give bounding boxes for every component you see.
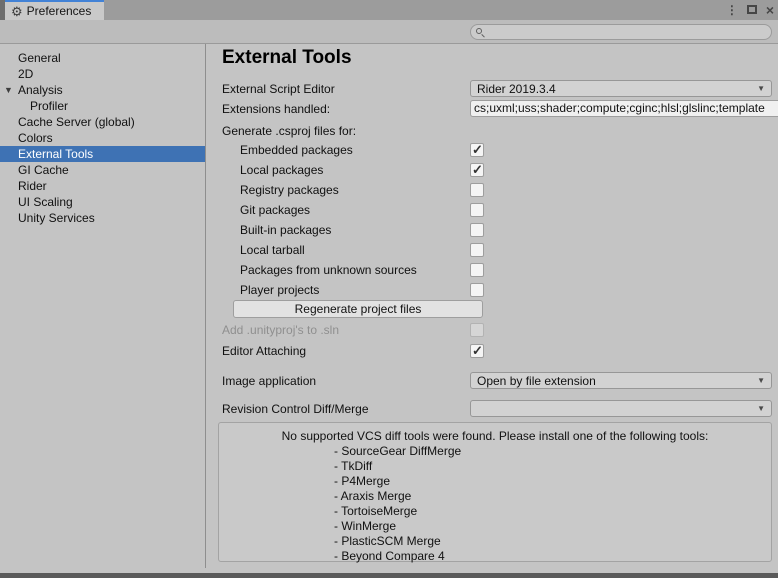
editor-attaching-label: Editor Attaching	[222, 343, 306, 359]
tab-title: Preferences	[27, 4, 92, 18]
script-editor-label: External Script Editor	[222, 81, 335, 97]
chevron-down-icon: ▼	[757, 84, 765, 93]
pkg-player-checkbox[interactable]	[470, 283, 484, 297]
pkg-tarball-checkbox[interactable]	[470, 243, 484, 257]
page-title: External Tools	[222, 47, 352, 69]
sidebar-item-general[interactable]: General	[0, 50, 205, 66]
pkg-local-label: Local packages	[240, 162, 323, 178]
search-input[interactable]	[485, 26, 771, 38]
vcs-tool-item: - TortoiseMerge	[219, 504, 771, 519]
vcs-tool-item: - PlasticSCM Merge	[219, 534, 771, 549]
add-unityproj-checkbox	[470, 323, 484, 337]
tab-preferences[interactable]: ⚙ Preferences	[5, 0, 104, 20]
toolbar	[0, 20, 778, 44]
revision-control-dropdown[interactable]: ▼	[470, 400, 772, 417]
vcs-tool-item: - Araxis Merge	[219, 489, 771, 504]
regenerate-project-files-button[interactable]: Regenerate project files	[233, 300, 483, 318]
window-menu-icon[interactable]: ⋮	[726, 4, 738, 16]
close-icon[interactable]: ×	[766, 4, 774, 16]
image-application-value: Open by file extension	[477, 374, 757, 388]
revision-control-label: Revision Control Diff/Merge	[222, 401, 369, 417]
sidebar-item-profiler[interactable]: Profiler	[0, 98, 205, 114]
pkg-local-checkbox[interactable]	[470, 163, 484, 177]
maximize-icon[interactable]	[747, 4, 757, 16]
gear-icon: ⚙	[11, 5, 23, 18]
sidebar-item-unity-services[interactable]: Unity Services	[0, 210, 205, 226]
pkg-embedded-label: Embedded packages	[240, 142, 353, 158]
sidebar-item-2d[interactable]: 2D	[0, 66, 205, 82]
preferences-sidebar: General 2D ▼ Analysis Profiler Cache Serv…	[0, 44, 206, 568]
vcs-helpbox: No supported VCS diff tools were found. …	[218, 422, 772, 562]
chevron-down-icon: ▼	[757, 404, 765, 413]
pkg-builtin-label: Built-in packages	[240, 222, 331, 238]
editor-attaching-checkbox[interactable]	[470, 344, 484, 358]
sidebar-item-rider[interactable]: Rider	[0, 178, 205, 194]
search-box[interactable]	[470, 24, 772, 40]
sidebar-item-colors[interactable]: Colors	[0, 130, 205, 146]
pkg-git-label: Git packages	[240, 202, 310, 218]
image-application-dropdown[interactable]: Open by file extension ▼	[470, 372, 772, 389]
generate-csproj-label: Generate .csproj files for:	[222, 123, 356, 139]
window-controls: ⋮ ×	[726, 0, 774, 20]
vcs-helpbox-message: No supported VCS diff tools were found. …	[219, 429, 771, 444]
sidebar-item-ui-scaling[interactable]: UI Scaling	[0, 194, 205, 210]
pkg-registry-label: Registry packages	[240, 182, 339, 198]
pkg-unknown-label: Packages from unknown sources	[240, 262, 417, 278]
image-application-label: Image application	[222, 373, 316, 389]
pkg-tarball-label: Local tarball	[240, 242, 305, 258]
script-editor-value: Rider 2019.3.4	[477, 82, 757, 96]
vcs-tool-item: - TkDiff	[219, 459, 771, 474]
foldout-triangle-icon[interactable]: ▼	[4, 82, 13, 98]
extensions-handled-label: Extensions handled:	[222, 101, 330, 117]
sidebar-item-gi-cache[interactable]: GI Cache	[0, 162, 205, 178]
sidebar-item-cache-server[interactable]: Cache Server (global)	[0, 114, 205, 130]
vcs-tool-item: - WinMerge	[219, 519, 771, 534]
tab-strip: ⚙ Preferences ⋮ ×	[0, 0, 778, 20]
pkg-git-checkbox[interactable]	[470, 203, 484, 217]
external-tools-panel: External Tools External Script Editor Ri…	[207, 44, 778, 568]
extensions-handled-field[interactable]: cs;uxml;uss;shader;compute;cginc;hlsl;gl…	[470, 100, 778, 117]
preferences-window: ⚙ Preferences ⋮ × General 2D ▼ Analysis P…	[0, 0, 778, 578]
pkg-builtin-checkbox[interactable]	[470, 223, 484, 237]
pkg-embedded-checkbox[interactable]	[470, 143, 484, 157]
vcs-tool-item: - P4Merge	[219, 474, 771, 489]
search-icon	[476, 28, 485, 37]
vcs-tool-item: - SourceGear DiffMerge	[219, 444, 771, 459]
script-editor-dropdown[interactable]: Rider 2019.3.4 ▼	[470, 80, 772, 97]
sidebar-item-analysis[interactable]: ▼ Analysis	[0, 82, 205, 98]
chevron-down-icon: ▼	[757, 376, 765, 385]
vcs-tool-item: - Beyond Compare 4	[219, 549, 771, 564]
sidebar-item-external-tools[interactable]: External Tools	[0, 146, 205, 162]
pkg-registry-checkbox[interactable]	[470, 183, 484, 197]
sidebar-item-label: Analysis	[18, 83, 63, 97]
pkg-player-label: Player projects	[240, 282, 319, 298]
pkg-unknown-checkbox[interactable]	[470, 263, 484, 277]
add-unityproj-label: Add .unityproj's to .sln	[222, 322, 339, 338]
